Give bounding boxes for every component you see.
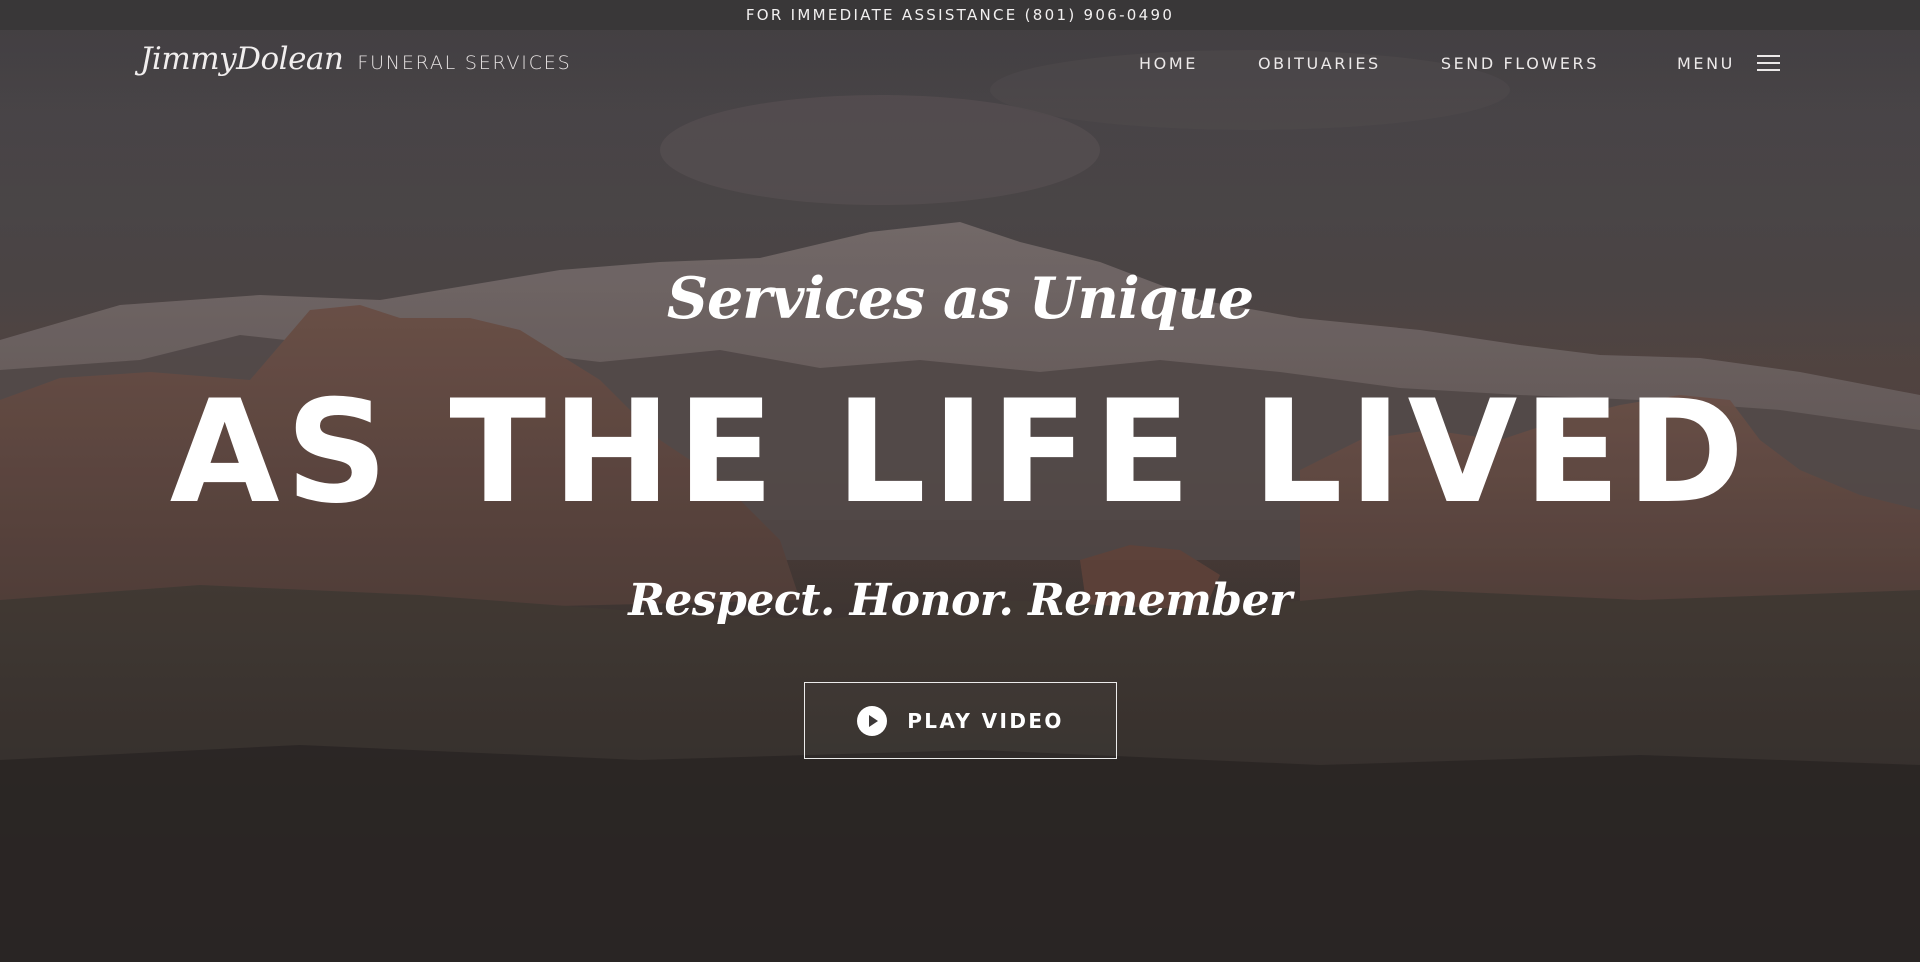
logo-name: JimmyDolean [140,41,344,77]
site-logo[interactable]: JimmyDolean FUNERAL SERVICES [140,41,571,77]
play-video-label: PLAY VIDEO [907,708,1064,733]
nav-home[interactable]: HOME [1139,54,1198,73]
menu-label: MENU [1677,53,1735,73]
menu-button[interactable]: MENU [1677,54,1780,73]
immediate-assistance-bar: FOR IMMEDIATE ASSISTANCE (801) 906-0490 [0,0,1920,30]
site-header: JimmyDolean FUNERAL SERVICES HOME OBITUA… [0,30,1920,96]
logo-caption: FUNERAL SERVICES [357,52,572,74]
immediate-assistance-text[interactable]: FOR IMMEDIATE ASSISTANCE (801) 906-0490 [746,6,1174,24]
hero-title: AS THE LIFE LIVED [169,370,1751,535]
hero-kicker: Services as Unique [666,265,1254,332]
nav-send-flowers[interactable]: SEND FLOWERS [1441,54,1599,73]
hamburger-icon [1757,55,1780,71]
hero: Services as Unique AS THE LIFE LIVED Res… [0,0,1920,962]
nav-obituaries[interactable]: OBITUARIES [1258,54,1381,73]
page: FOR IMMEDIATE ASSISTANCE (801) 906-0490 … [0,0,1920,962]
hero-tagline: Respect. Honor. Remember [628,575,1292,626]
main-nav: HOME OBITUARIES SEND FLOWERS MENU [1139,30,1920,96]
play-icon [857,705,888,736]
play-video-button[interactable]: PLAY VIDEO [804,682,1117,759]
